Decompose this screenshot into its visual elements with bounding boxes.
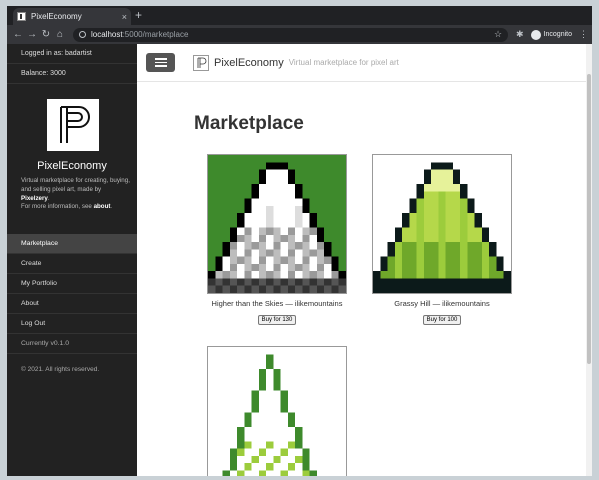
forward-icon[interactable]: → [25, 29, 39, 40]
page-title: Marketplace [194, 113, 304, 134]
scrollbar-thumb[interactable] [587, 74, 591, 364]
browser-menu-icon[interactable]: ⋮ [579, 29, 588, 40]
pixel-art-listing[interactable] [207, 346, 347, 476]
copyright: © 2021. All rights reserved. [21, 366, 100, 373]
sidebar-nav: Marketplace Create My Portfolio About Lo… [7, 234, 137, 354]
nav-item-log-out[interactable]: Log Out [7, 314, 137, 334]
navbar-logo-icon [193, 54, 209, 71]
nav-item-about[interactable]: About [7, 294, 137, 314]
favicon-icon [17, 12, 26, 21]
listing-card: Grassy Hill — ilikemountains Buy for 100 [372, 154, 512, 326]
version-label: Currently v0.1.0 [7, 334, 137, 354]
nav-item-marketplace[interactable]: Marketplace [7, 234, 137, 254]
home-icon[interactable]: ⌂ [53, 29, 67, 40]
logged-in-status: Logged in as: badartist [7, 44, 137, 64]
nav-item-create[interactable]: Create [7, 254, 137, 274]
browser-window: PixelEconomy × + ← → ↻ ⌂ localhost :5000… [7, 6, 592, 476]
pixel-art-higher-than-the-skies[interactable] [207, 154, 347, 294]
listing-title: Grassy Hill — ilikemountains [394, 299, 490, 308]
buy-button[interactable]: Buy for 100 [422, 315, 462, 325]
extensions-icon[interactable]: ✱ [516, 29, 524, 40]
main-area: PixelEconomy Virtual marketplace for pix… [137, 44, 586, 476]
listing-title: Higher than the Skies — ilikemountains [211, 299, 343, 308]
site-info-icon[interactable] [79, 31, 86, 38]
logo-icon [60, 106, 90, 143]
incognito-label: Incognito [543, 31, 572, 38]
new-tab-button[interactable]: + [135, 9, 142, 21]
reload-icon[interactable]: ↻ [39, 29, 53, 40]
pixeleconomy-logo [47, 99, 99, 151]
buy-button[interactable]: Buy for 130 [257, 315, 297, 325]
menu-toggle-button[interactable] [146, 53, 175, 72]
url-path: :5000/marketplace [122, 30, 189, 39]
url-host: localhost [91, 30, 123, 39]
bookmark-star-icon[interactable]: ☆ [494, 29, 502, 40]
nav-item-my-portfolio[interactable]: My Portfolio [7, 274, 137, 294]
pixel-art-grassy-hill[interactable] [372, 154, 512, 294]
incognito-icon [530, 29, 541, 40]
top-navbar: PixelEconomy Virtual marketplace for pix… [137, 44, 586, 82]
navbar-tagline: Virtual marketplace for pixel art [288, 58, 399, 67]
browser-tab[interactable]: PixelEconomy × [13, 8, 131, 25]
balance: Balance: 3000 [7, 64, 137, 84]
sidebar-brand: PixelEconomy [37, 160, 107, 172]
close-tab-icon[interactable]: × [122, 12, 127, 22]
sidebar-description: Virtual marketplace for creating, buying… [21, 177, 130, 211]
listing-card: Higher than the Skies — ilikemountains B… [207, 154, 347, 326]
tab-title: PixelEconomy [31, 12, 82, 21]
author-link[interactable]: Pixelzery [21, 195, 48, 202]
page-content: Logged in as: badartist Balance: 3000 Pi… [7, 44, 592, 476]
page-scrollbar[interactable] [586, 44, 592, 476]
navbar-brand[interactable]: PixelEconomy [214, 57, 284, 69]
tab-strip: PixelEconomy × + [7, 6, 592, 25]
back-icon[interactable]: ← [11, 29, 25, 40]
about-link[interactable]: about [94, 203, 111, 210]
address-bar[interactable]: localhost :5000/marketplace ☆ [73, 27, 509, 42]
listing-card [207, 346, 347, 476]
sidebar: Logged in as: badartist Balance: 3000 Pi… [7, 44, 137, 476]
browser-toolbar: ← → ↻ ⌂ localhost :5000/marketplace ☆ ✱ … [7, 25, 592, 44]
